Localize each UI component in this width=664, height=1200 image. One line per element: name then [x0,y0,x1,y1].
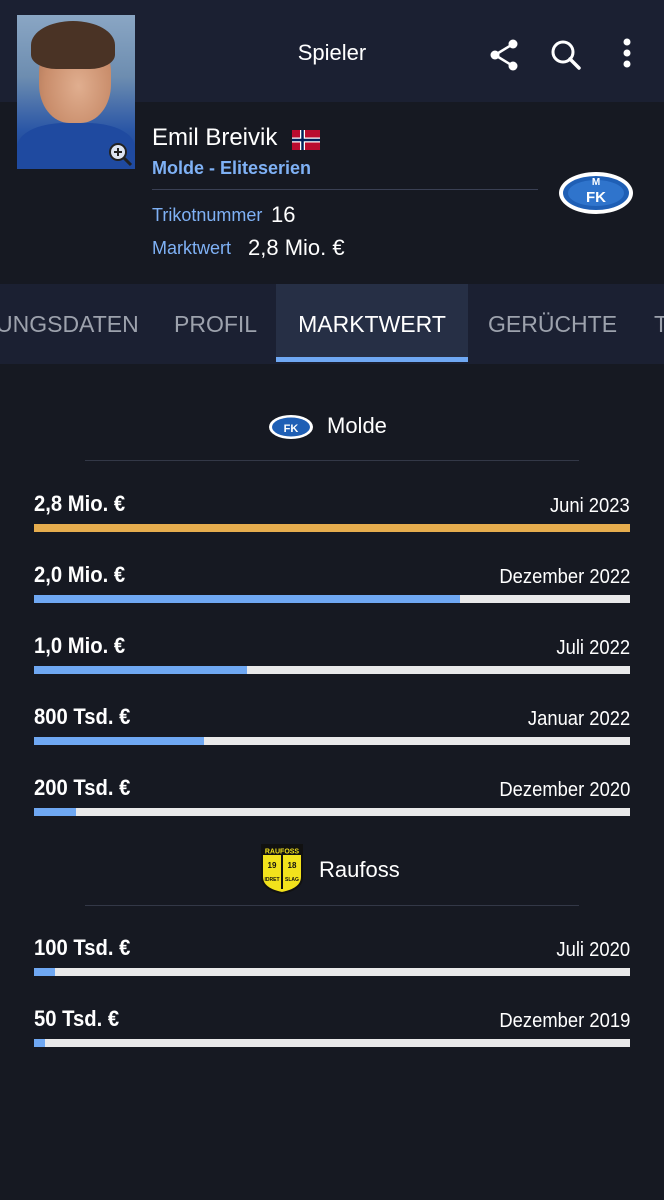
raufoss-logo-bottom-left: IDRET [265,877,280,883]
market-value-bar-fill [34,524,630,532]
market-value-date: Dezember 2022 [499,566,630,588]
player-club-link[interactable]: Molde - Eliteserien [152,158,311,179]
market-value-bar [34,666,630,674]
market-value-amount: 800 Tsd. € [34,704,131,729]
molde-logo-text: FK [586,189,606,206]
market-value-amount: 50 Tsd. € [34,1006,120,1031]
market-value-bar-fill [34,595,461,603]
photo-hair [31,21,115,69]
market-value-bar [34,737,630,745]
market-value-date: Dezember 2019 [499,1010,630,1032]
raufoss-logo-bottom-right: SLAG [285,877,299,883]
molde-icon-text: FK [284,423,299,435]
market-value-date: Juni 2023 [550,495,630,517]
market-value-bar-fill [34,808,77,816]
molde-club-icon: FK [269,415,313,439]
market-value-bar-fill [34,968,56,976]
tab-bar: UNGSDATEN PROFIL MARKTWERT GERÜCHTE T [0,284,664,364]
share-icon[interactable] [488,36,522,74]
player-name: Emil Breivik [152,124,278,151]
shirt-number-value: 16 [271,202,296,227]
club-section-title: Raufoss [319,857,400,882]
page-title: Spieler [297,40,367,65]
market-value-amount: 2,0 Mio. € [34,562,126,587]
molde-logo-letter: M [592,177,600,188]
market-value-date: Januar 2022 [527,708,630,730]
market-value-date: Juli 2022 [556,637,630,659]
market-value-bar-fill [34,737,205,745]
section-divider [85,905,579,906]
market-value-bar [34,595,630,603]
zoom-icon[interactable] [107,141,133,167]
market-value-amount: 100 Tsd. € [34,935,131,960]
market-value-amount: 200 Tsd. € [34,775,131,800]
market-value-bar [34,808,630,816]
more-vertical-icon[interactable] [612,36,642,74]
player-photo[interactable] [17,15,135,169]
shirt-number-label: Trikotnummer [152,205,263,225]
market-value-bar-fill [34,666,247,674]
market-value-bar [34,1039,630,1047]
market-value-amount: 1,0 Mio. € [34,633,126,658]
market-value-bar [34,524,630,532]
raufoss-logo-num-b: 18 [288,861,297,870]
search-icon[interactable] [548,36,582,74]
tab-leistungsdaten[interactable]: UNGSDATEN [0,284,139,362]
club-section-title: Molde [327,413,387,438]
market-value-date: Dezember 2020 [499,779,630,801]
tab-profil[interactable]: PROFIL [174,284,257,362]
molde-club-logo[interactable]: M FK [557,170,635,216]
market-value-date: Juli 2020 [556,939,630,961]
tab-geruechte[interactable]: GERÜCHTE [488,284,617,362]
market-value-bar [34,968,630,976]
market-value-amount: 2,8 Mio. € [34,491,126,516]
raufoss-logo-name: RAUFOSS [265,849,300,856]
tab-marktwert[interactable]: MARKTWERT [276,284,468,362]
norway-flag-icon [292,130,320,150]
divider [152,189,538,190]
market-value-label: Marktwert [152,238,232,258]
market-value-value: 2,8 Mio. € [248,235,345,260]
raufoss-club-icon: RAUFOSS 19 18 IDRET SLAG [261,844,303,895]
section-divider [85,460,579,461]
raufoss-logo-num-a: 19 [268,861,277,870]
market-value-bar-fill [34,1039,45,1047]
tab-next[interactable]: T [654,284,664,362]
